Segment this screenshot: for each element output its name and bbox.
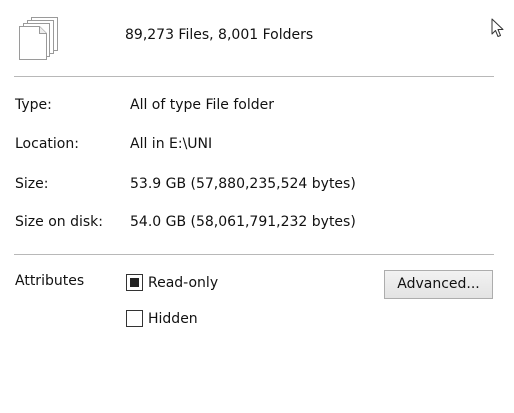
attributes-label: Attributes xyxy=(15,273,85,289)
advanced-button[interactable]: Advanced... xyxy=(384,270,493,299)
properties-panel: 89,273 Files, 8,001 Folders Type: All of… xyxy=(0,0,514,413)
size-on-disk-value: 54.0 GB (58,061,791,232 bytes) xyxy=(130,214,356,230)
location-label: Location: xyxy=(15,136,79,152)
hidden-checkbox-label[interactable]: Hidden xyxy=(148,311,198,327)
type-label: Type: xyxy=(15,97,52,113)
hidden-checkbox-box[interactable] xyxy=(126,310,143,327)
read-only-checkbox-label[interactable]: Read-only xyxy=(148,275,218,291)
item-count-summary: 89,273 Files, 8,001 Folders xyxy=(125,27,314,43)
stacked-documents-icon xyxy=(19,17,58,60)
size-on-disk-label: Size on disk: xyxy=(15,214,103,230)
read-only-checkbox[interactable]: Read-only xyxy=(126,274,218,291)
type-value: All of type File folder xyxy=(130,97,274,113)
read-only-checkbox-box[interactable] xyxy=(126,274,143,291)
location-value: All in E:\UNI xyxy=(130,136,213,152)
mouse-pointer-icon xyxy=(491,18,504,37)
size-label: Size: xyxy=(15,176,49,192)
hidden-checkbox[interactable]: Hidden xyxy=(126,310,198,327)
bottom-divider xyxy=(14,254,494,255)
top-divider xyxy=(14,76,494,77)
size-value: 53.9 GB (57,880,235,524 bytes) xyxy=(130,176,356,192)
